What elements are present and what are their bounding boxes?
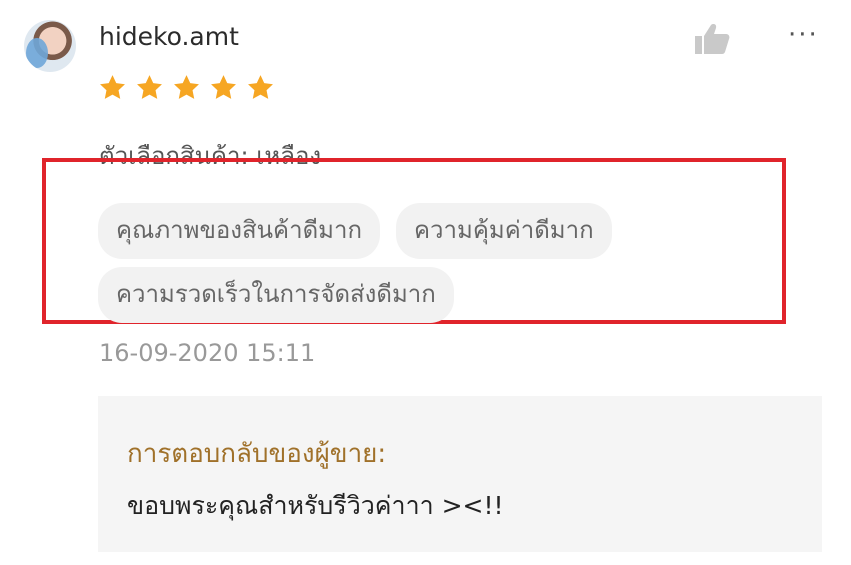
thumbs-up-icon[interactable]: [693, 22, 731, 56]
review-tag: คุณภาพของสินค้าดีมาก: [98, 203, 380, 259]
seller-reply-body: ขอบพระคุณสำหรับรีวิวค่าาา ><!!: [127, 491, 504, 520]
star-icon: [248, 75, 273, 99]
star-rating: [98, 73, 275, 102]
review-tag: ความรวดเร็วในการจัดส่งดีมาก: [98, 267, 454, 323]
review-timestamp: 16-09-2020 15:11: [99, 339, 316, 367]
seller-reply-box: การตอบกลับของผู้ขาย: ขอบพระคุณสำหรับรีวิ…: [98, 396, 822, 552]
avatar[interactable]: [24, 20, 76, 72]
review-tag: ความคุ้มค่าดีมาก: [395, 203, 612, 259]
star-icon: [100, 75, 125, 99]
star-icon: [174, 75, 199, 99]
star-icon: [137, 75, 162, 99]
star-icon: [211, 75, 236, 99]
more-options-icon[interactable]: ···: [788, 20, 819, 50]
reviewer-username[interactable]: hideko.amt: [99, 22, 239, 51]
review-tags: คุณภาพของสินค้าดีมาก ความคุ้มค่าดีมาก คว…: [98, 203, 718, 323]
seller-reply-title: การตอบกลับของผู้ขาย:: [127, 439, 387, 469]
